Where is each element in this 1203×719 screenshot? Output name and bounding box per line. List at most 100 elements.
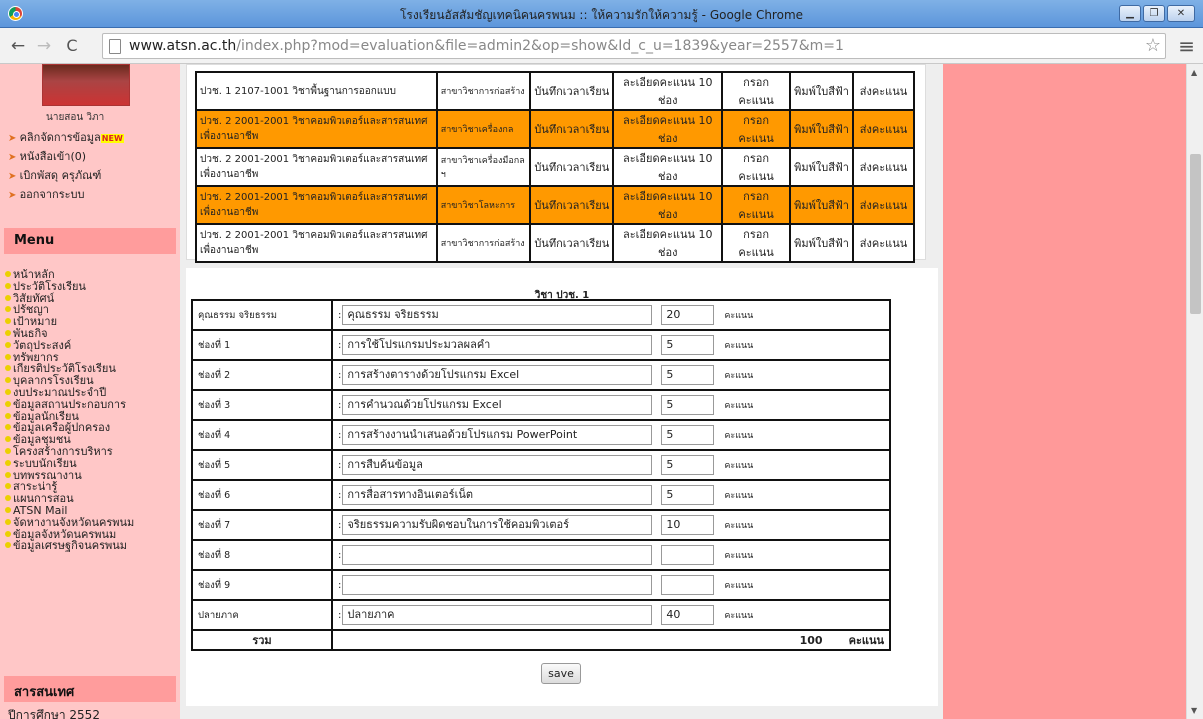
points-input[interactable]: 5: [661, 425, 715, 445]
item-name-input[interactable]: การสร้างงานนำเสนอด้วยโปรแกรม PowerPoint: [342, 425, 653, 445]
points-input[interactable]: 5: [661, 395, 715, 415]
separator: :: [338, 459, 342, 471]
attendance-link[interactable]: บันทึกเวลาเรียน: [531, 149, 613, 185]
enter-score-link[interactable]: กรอกคะแนน: [723, 225, 790, 261]
close-button[interactable]: ✕: [1167, 5, 1195, 22]
print-sheet-link[interactable]: พิมพ์ใบสีฟ้า: [791, 149, 853, 185]
minimize-button[interactable]: ▁: [1119, 5, 1141, 22]
enter-score-link[interactable]: กรอกคะแนน: [723, 149, 790, 185]
item-name-input[interactable]: การคำนวณด้วยโปรแกรม Excel: [342, 395, 653, 415]
print-sheet-link[interactable]: พิมพ์ใบสีฟ้า: [791, 73, 853, 109]
attendance-link[interactable]: บันทึกเวลาเรียน: [531, 187, 613, 223]
menu-item-label: ข้อมูลเศรษฐกิจนครพนม: [13, 539, 128, 553]
unit-label: คะแนน: [724, 611, 754, 621]
submit-score-link[interactable]: ส่งคะแนน: [854, 111, 913, 147]
item-name-input[interactable]: การใช้โปรแกรมประมวลผลคำ: [342, 335, 653, 355]
separator: :: [338, 309, 342, 321]
item-name-input[interactable]: [342, 545, 653, 565]
scroll-up-icon[interactable]: ▲: [1191, 68, 1197, 77]
score-row-inputs: : คุณธรรม จริยธรรม 20 คะแนน: [333, 301, 889, 329]
department: สาขาวิชาการก่อสร้าง: [437, 73, 530, 109]
score-row: ช่องที่ 1: การใช้โปรแกรมประมวลผลคำ 5 คะแนน: [193, 331, 889, 359]
score-row: ช่องที่ 5: การสืบค้นข้อมูล 5 คะแนน: [193, 451, 889, 479]
score-row-inputs: : การสืบค้นข้อมูล 5 คะแนน: [333, 451, 889, 479]
item-name-input[interactable]: [342, 575, 653, 595]
item-name-input[interactable]: การสร้างตารางด้วยโปรแกรม Excel: [342, 365, 653, 385]
score-detail-link[interactable]: ละเอียดคะแนน 10 ช่อง: [614, 149, 722, 185]
menu-item[interactable]: ข้อมูลเศรษฐกิจนครพนม: [5, 540, 177, 552]
item-name-input[interactable]: จริยธรรมความรับผิดชอบในการใช้คอมพิวเตอร์: [342, 515, 653, 535]
points-input[interactable]: 10: [661, 515, 715, 535]
attendance-link[interactable]: บันทึกเวลาเรียน: [531, 73, 613, 109]
address-bar[interactable]: www.atsn.ac.th/index.php?mod=evaluation&…: [102, 33, 1166, 59]
points-input[interactable]: 5: [661, 365, 715, 385]
main-menu: หน้าหลัก ประวัติโรงเรียน วิสัยทัศน์ ปรัชญาเ…: [5, 269, 177, 552]
print-sheet-link[interactable]: พิมพ์ใบสีฟ้า: [791, 187, 853, 223]
submit-score-link[interactable]: ส่งคะแนน: [854, 225, 913, 261]
reload-icon[interactable]: C: [62, 36, 82, 55]
user-menu-item[interactable]: ➤ หนังสือเข้า(0): [8, 147, 86, 165]
attendance-link[interactable]: บันทึกเวลาเรียน: [531, 225, 613, 261]
scroll-down-icon[interactable]: ▼: [1191, 706, 1197, 715]
separator: :: [338, 369, 342, 381]
subject-table: ปวช. 1 2107-1001 วิชาพื้นฐานการออกแบบ สาข…: [195, 71, 915, 263]
score-row: ช่องที่ 4: การสร้างงานนำเสนอด้วยโปรแกรม P…: [193, 421, 889, 449]
page-viewport: นายสอน วิภา ➤ คลิกจัดการข้อมูลNEW ➤ หนังส…: [0, 64, 1186, 719]
save-button[interactable]: save: [541, 663, 581, 684]
user-menu-item[interactable]: ➤ เบิกพัสดุ ครุภัณฑ์: [8, 166, 101, 184]
attendance-link[interactable]: บันทึกเวลาเรียน: [531, 111, 613, 147]
item-name-input[interactable]: คุณธรรม จริยธรรม: [342, 305, 653, 325]
user-menu-item[interactable]: ➤ คลิกจัดการข้อมูลNEW: [8, 128, 124, 146]
subject-list-panel: ปวช. 1 2107-1001 วิชาพื้นฐานการออกแบบ สาข…: [186, 64, 926, 263]
scrollbar-thumb[interactable]: [1190, 154, 1201, 314]
user-menu-item[interactable]: ➤ ออกจากระบบ: [8, 185, 85, 203]
submit-score-link[interactable]: ส่งคะแนน: [854, 187, 913, 223]
left-sidebar: นายสอน วิภา ➤ คลิกจัดการข้อมูลNEW ➤ หนังส…: [0, 64, 180, 719]
score-row-inputs: : จริยธรรมความรับผิดชอบในการใช้คอมพิวเตอร…: [333, 511, 889, 539]
item-name-input[interactable]: การสื่อสารทางอินเตอร์เน็ต: [342, 485, 653, 505]
points-input[interactable]: 5: [661, 455, 715, 475]
enter-score-link[interactable]: กรอกคะแนน: [723, 187, 790, 223]
score-detail-link[interactable]: ละเอียดคะแนน 10 ช่อง: [614, 73, 722, 109]
page-icon: [109, 39, 121, 54]
score-row-label: ช่องที่ 6: [193, 481, 331, 509]
submit-score-link[interactable]: ส่งคะแนน: [854, 149, 913, 185]
enter-score-link[interactable]: กรอกคะแนน: [723, 73, 790, 109]
points-input[interactable]: 5: [661, 485, 715, 505]
print-sheet-link[interactable]: พิมพ์ใบสีฟ้า: [791, 111, 853, 147]
points-input[interactable]: [661, 575, 715, 595]
points-input[interactable]: 20: [661, 305, 715, 325]
score-detail-link[interactable]: ละเอียดคะแนน 10 ช่อง: [614, 111, 722, 147]
bullet-icon: [5, 365, 11, 372]
points-input[interactable]: 40: [661, 605, 715, 625]
score-row-label: ช่องที่ 3: [193, 391, 331, 419]
score-detail-link[interactable]: ละเอียดคะแนน 10 ช่อง: [614, 187, 722, 223]
back-icon[interactable]: ←: [8, 36, 28, 56]
info-header: สารสนเทศ: [4, 676, 176, 702]
score-row-label: ช่องที่ 7: [193, 511, 331, 539]
score-row-inputs: : การสร้างงานนำเสนอด้วยโปรแกรม PowerPoint…: [333, 421, 889, 449]
points-input[interactable]: [661, 545, 715, 565]
info-year-link[interactable]: ปีการศึกษา 2552: [8, 706, 100, 719]
submit-score-link[interactable]: ส่งคะแนน: [854, 73, 913, 109]
separator: :: [338, 489, 342, 501]
unit-label: คะแนน: [724, 551, 754, 561]
unit-label: คะแนน: [724, 341, 754, 351]
bookmark-star-icon[interactable]: ☆: [1145, 35, 1161, 56]
enter-score-link[interactable]: กรอกคะแนน: [723, 111, 790, 147]
item-name-input[interactable]: ปลายภาค: [342, 605, 653, 625]
item-name-input[interactable]: การสืบค้นข้อมูล: [342, 455, 653, 475]
total-row: รวม 100 คะแนน: [193, 631, 889, 649]
department: สาขาวิชาการก่อสร้าง: [437, 225, 530, 261]
vertical-scrollbar[interactable]: ▲ ▼: [1186, 64, 1203, 719]
chrome-menu-icon[interactable]: ≡: [1178, 34, 1195, 58]
maximize-button[interactable]: ❐: [1143, 5, 1165, 22]
score-row-inputs: : การสร้างตารางด้วยโปรแกรม Excel 5 คะแนน: [333, 361, 889, 389]
score-detail-link[interactable]: ละเอียดคะแนน 10 ช่อง: [614, 225, 722, 261]
total-cell: 100 คะแนน: [333, 631, 889, 649]
print-sheet-link[interactable]: พิมพ์ใบสีฟ้า: [791, 225, 853, 261]
course-name: ปวช. 2 2001-2001 วิชาคอมพิวเตอร์และสารสน…: [197, 225, 436, 261]
forward-icon[interactable]: →: [34, 36, 54, 56]
points-input[interactable]: 5: [661, 335, 715, 355]
score-row-label: คุณธรรม จริยธรรม: [193, 301, 331, 329]
